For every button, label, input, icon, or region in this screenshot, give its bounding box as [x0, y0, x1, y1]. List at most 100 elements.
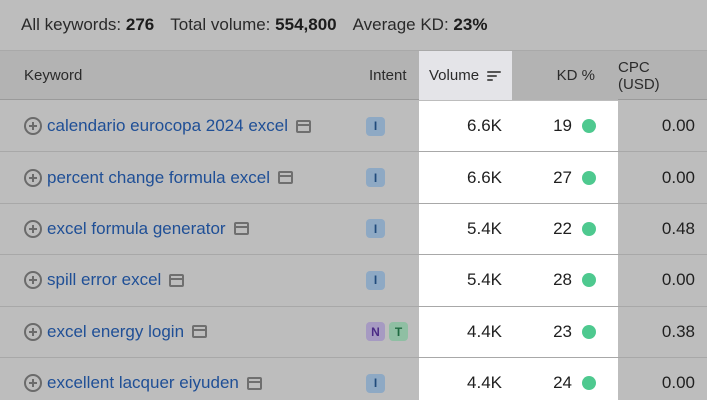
intent-cell: I: [366, 204, 385, 254]
total-volume-label: Total volume:: [170, 15, 271, 34]
volume-value: 5.4K: [467, 270, 502, 290]
average-kd-label: Average KD:: [352, 15, 449, 34]
column-header-keyword-label: Keyword: [24, 67, 83, 84]
intent-cell: I: [366, 255, 385, 305]
kd-value: 28: [553, 270, 572, 290]
volume-value: 4.4K: [467, 373, 502, 393]
keyword-link[interactable]: calendario eurocopa 2024 excel: [47, 116, 288, 136]
kd-value: 27: [553, 167, 572, 187]
volume-cell: 4.4K: [419, 357, 512, 400]
kd-value: 24: [553, 373, 572, 393]
cpc-value: 0.00: [661, 270, 695, 290]
intent-badge-navigational: N: [366, 322, 385, 342]
volume-cell: 5.4K: [419, 203, 512, 255]
keyword-summary-bar: All keywords: 276 Total volume: 554,800 …: [0, 0, 707, 51]
keyword-link[interactable]: excel formula generator: [47, 219, 226, 239]
keyword-link[interactable]: excellent lacquer eiyuden: [47, 373, 239, 393]
volume-cell: 4.4K: [419, 306, 512, 357]
volume-value: 4.4K: [467, 321, 502, 341]
serp-preview-icon[interactable]: [296, 119, 312, 133]
add-to-list-icon[interactable]: [24, 168, 42, 187]
serp-preview-icon[interactable]: [192, 325, 208, 339]
keyword-table-body: calendario eurocopa 2024 excel I 6.6K 19…: [0, 101, 707, 400]
keyword-link[interactable]: spill error excel: [47, 270, 161, 290]
all-keywords-value: 276: [125, 15, 155, 34]
kd-cell: 24: [512, 357, 618, 400]
kd-cell: 23: [512, 306, 618, 357]
sort-descending-icon[interactable]: [487, 70, 502, 82]
cpc-value: 0.38: [661, 321, 695, 341]
serp-preview-icon[interactable]: [278, 171, 294, 185]
kd-difficulty-dot-icon: [582, 221, 596, 236]
column-header-intent[interactable]: Intent: [369, 51, 407, 100]
keyword-cell: calendario eurocopa 2024 excel: [24, 101, 312, 151]
column-header-cpc[interactable]: CPC (USD): [618, 51, 707, 100]
kd-cell: 28: [512, 255, 618, 306]
kd-difficulty-dot-icon: [582, 170, 596, 185]
intent-badge-informational: I: [366, 168, 385, 188]
intent-cell: NT: [366, 307, 408, 357]
intent-cell: I: [366, 101, 385, 151]
total-volume-value: 554,800: [275, 15, 337, 34]
cpc-cell: 0.48: [618, 204, 707, 254]
serp-preview-icon[interactable]: [233, 222, 249, 236]
volume-value: 6.6K: [467, 116, 502, 136]
add-to-list-icon[interactable]: [24, 117, 42, 136]
kd-difficulty-dot-icon: [582, 376, 596, 391]
column-header-kd[interactable]: KD %: [512, 51, 618, 100]
table-row: excel energy login NT 4.4K 23 0.38: [0, 306, 707, 358]
kd-difficulty-dot-icon: [582, 324, 596, 339]
column-header-volume[interactable]: Volume: [419, 51, 512, 100]
kd-difficulty-dot-icon: [582, 273, 596, 288]
intent-cell: I: [366, 358, 385, 400]
cpc-cell: 0.38: [618, 307, 707, 357]
kd-difficulty-dot-icon: [582, 119, 596, 134]
intent-badge-informational: I: [366, 270, 385, 290]
table-row: spill error excel I 5.4K 28 0.00: [0, 255, 707, 307]
cpc-value: 0.00: [661, 373, 695, 393]
cpc-value: 0.00: [661, 116, 695, 136]
kd-cell: 27: [512, 152, 618, 203]
intent-badge-informational: I: [366, 116, 385, 136]
intent-badge-informational: I: [366, 219, 385, 239]
keyword-cell: percent change formula excel: [24, 152, 294, 202]
volume-cell: 5.4K: [419, 255, 512, 306]
table-header: Keyword Intent Volume KD % CPC (USD): [0, 51, 707, 100]
intent-badge-informational: I: [366, 373, 385, 393]
column-header-keyword[interactable]: Keyword: [24, 51, 82, 100]
cpc-cell: 0.00: [618, 101, 707, 151]
intent-cell: I: [366, 152, 385, 202]
all-keywords-stat: All keywords: 276: [21, 15, 154, 35]
volume-value: 5.4K: [467, 218, 502, 238]
serp-preview-icon[interactable]: [246, 376, 262, 390]
column-header-kd-label: KD %: [556, 67, 595, 84]
cpc-cell: 0.00: [618, 358, 707, 400]
table-row: excel formula generator I 5.4K 22 0.48: [0, 203, 707, 256]
kd-value: 22: [553, 218, 572, 238]
add-to-list-icon[interactable]: [24, 374, 42, 393]
keyword-link[interactable]: percent change formula excel: [47, 168, 270, 188]
keyword-link[interactable]: excel energy login: [47, 322, 184, 342]
volume-cell: 6.6K: [419, 152, 512, 203]
table-row: percent change formula excel I 6.6K 27 0…: [0, 152, 707, 204]
volume-cell: 6.6K: [419, 101, 512, 152]
intent-badge-transactional: T: [389, 322, 408, 342]
keyword-cell: spill error excel: [24, 255, 185, 305]
add-to-list-icon[interactable]: [24, 219, 42, 238]
cpc-cell: 0.00: [618, 255, 707, 305]
average-kd-stat: Average KD: 23%: [353, 15, 488, 35]
serp-preview-icon[interactable]: [169, 273, 185, 287]
average-kd-value: 23%: [453, 15, 488, 34]
column-header-cpc-label: CPC (USD): [618, 58, 660, 93]
kd-cell: 22: [512, 203, 618, 255]
column-header-volume-label: Volume: [429, 67, 480, 84]
keyword-cell: excel formula generator: [24, 204, 249, 254]
add-to-list-icon[interactable]: [24, 271, 42, 290]
keyword-cell: excel energy login: [24, 307, 208, 357]
keyword-cell: excellent lacquer eiyuden: [24, 358, 262, 400]
cpc-cell: 0.00: [618, 152, 707, 202]
total-volume-stat: Total volume: 554,800: [170, 15, 336, 35]
cpc-value: 0.00: [661, 167, 695, 187]
add-to-list-icon[interactable]: [24, 322, 42, 341]
table-row: calendario eurocopa 2024 excel I 6.6K 19…: [0, 101, 707, 153]
